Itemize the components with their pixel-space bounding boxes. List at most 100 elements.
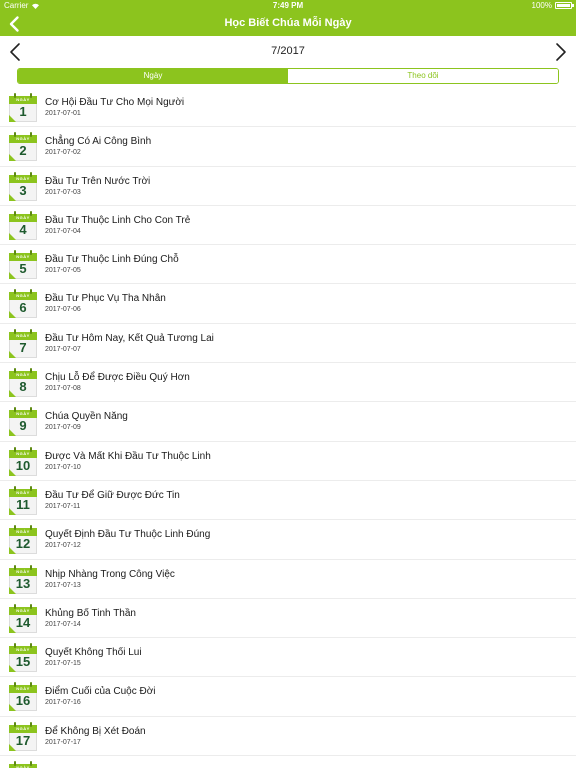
- segmented-control: Ngày Theo dõi: [17, 68, 559, 84]
- calendar-icon: NGÀY 14: [9, 603, 37, 633]
- calendar-header-label: NGÀY: [16, 254, 30, 260]
- item-date: 2017-07-14: [45, 620, 81, 628]
- calendar-header-label: NGÀY: [16, 411, 30, 417]
- item-title: Khủng Bố Tinh Thần: [45, 607, 136, 619]
- calendar-icon: NGÀY 5: [9, 250, 37, 280]
- calendar-icon: NGÀY 9: [9, 407, 37, 437]
- calendar-header-label: NGÀY: [16, 529, 30, 535]
- item-date: 2017-07-17: [45, 738, 81, 746]
- calendar-icon: NGÀY 7: [9, 328, 37, 358]
- tab-follow[interactable]: Theo dõi: [288, 69, 558, 83]
- item-title: Đầu Tư Thuộc Linh Cho Con Trẻ: [45, 214, 191, 226]
- item-title: Chẳng Có Ai Công Bình: [45, 136, 152, 148]
- calendar-icon: NGÀY 6: [9, 289, 37, 319]
- calendar-icon: NGÀY 8: [9, 368, 37, 398]
- item-title: Được Và Mất Khi Đầu Tư Thuộc Linh: [45, 450, 211, 462]
- item-title: Nhịp Nhàng Trong Công Việc: [45, 568, 175, 580]
- calendar-icon: NGÀY 16: [9, 682, 37, 712]
- month-selector: 7/2017: [0, 38, 576, 66]
- status-time: 7:49 PM: [272, 1, 304, 10]
- item-title: Chịu Lỗ Để Được Điều Quý Hơn: [45, 372, 190, 384]
- calendar-header-label: NGÀY: [16, 686, 30, 692]
- calendar-icon: NGÀY 4: [9, 210, 37, 240]
- item-date: 2017-07-05: [45, 267, 81, 275]
- list-item[interactable]: NGÀY 14 Khủng Bố Tinh Thần 2017-07-14: [0, 599, 576, 639]
- item-date: 2017-07-15: [45, 660, 81, 668]
- item-title: Cơ Hội Đầu Tư Cho Mọi Người: [45, 97, 185, 108]
- calendar-header-label: NGÀY: [16, 293, 30, 299]
- calendar-header-label: NGÀY: [16, 332, 30, 338]
- next-month-icon[interactable]: [550, 42, 570, 62]
- calendar-header-label: NGÀY: [16, 647, 30, 653]
- calendar-header-label: NGÀY: [16, 725, 30, 731]
- item-date: 2017-07-07: [45, 345, 81, 353]
- battery-percent: 100%: [531, 1, 552, 10]
- list-item[interactable]: NGÀY 4 Đầu Tư Thuộc Linh Cho Con Trẻ 2017-0…: [0, 206, 576, 246]
- status-right: 100%: [531, 1, 574, 10]
- nav-bar: Học Biết Chúa Mỗi Ngày: [0, 12, 576, 36]
- list-item[interactable]: NGÀY 13 Nhịp Nhàng Trong Công Việc 2017-07-…: [0, 560, 576, 599]
- calendar-icon: NGÀY 11: [9, 485, 37, 515]
- item-date: 2017-07-11: [45, 502, 81, 510]
- item-title: Quyết Định Đầu Tư Thuộc Linh Đúng: [45, 529, 211, 541]
- list-item[interactable]: NGÀY 9 Chúa Quyền Năng 2017-07-09: [0, 402, 576, 442]
- item-date: 2017-07-08: [45, 385, 81, 393]
- calendar-icon: NGÀY 1: [9, 93, 37, 122]
- calendar-icon: NGÀY18: [9, 761, 37, 768]
- month-label: 7/2017: [271, 45, 305, 57]
- item-title: Đầu Tư Phục Vụ Tha Nhân: [45, 293, 166, 305]
- list-item[interactable]: NGÀY 2 Chẳng Có Ai Công Bình 2017-07-02: [0, 127, 576, 167]
- devotional-list: NGÀY 1 Cơ Hội Đầu Tư Cho Mọi Người 2017-07-…: [0, 88, 576, 768]
- list-item[interactable]: NGÀY 10 Được Và Mất Khi Đầu Tư Thuộc Linh 2…: [0, 442, 576, 481]
- calendar-icon: NGÀY 12: [9, 525, 37, 555]
- item-date: 2017-07-12: [45, 542, 81, 550]
- calendar-icon: NGÀY 15: [9, 643, 37, 673]
- item-date: 2017-07-01: [45, 110, 81, 117]
- item-title: Đầu Tư Trên Nước Trời: [45, 175, 151, 187]
- list-item[interactable]: NGÀY 11 Đầu Tư Để Giữ Được Đức Tin 2017-07-…: [0, 481, 576, 521]
- calendar-icon: NGÀY 13: [9, 564, 37, 594]
- calendar-header-label: NGÀY: [16, 372, 30, 378]
- item-date: 2017-07-03: [45, 188, 81, 196]
- tab-day[interactable]: Ngày: [18, 69, 288, 83]
- calendar-icon: NGÀY 10: [9, 446, 37, 476]
- item-title: Quyết Không Thối Lui: [45, 647, 142, 659]
- calendar-icon: NGÀY 3: [9, 171, 37, 201]
- list-item[interactable]: NGÀY 7 Đầu Tư Hôm Nay, Kết Quả Tương Lai 20…: [0, 324, 576, 364]
- calendar-header-label: NGÀY: [16, 97, 30, 102]
- calendar-header-label: NGÀY: [16, 489, 30, 495]
- item-date: 2017-07-10: [45, 463, 81, 471]
- list-item[interactable]: NGÀY 12 Quyết Định Đầu Tư Thuộc Linh Đúng 2…: [0, 520, 576, 560]
- nav-title: Học Biết Chúa Mỗi Ngày: [224, 17, 352, 29]
- calendar-header-label: NGÀY: [16, 607, 30, 613]
- calendar-header-label: NGÀY: [16, 214, 30, 220]
- list-item[interactable]: NGÀY 17 Để Không Bị Xét Đoán 2017-07-17: [0, 717, 576, 757]
- list-item[interactable]: NGÀY 5 Đầu Tư Thuộc Linh Đúng Chỗ 2017-07-0…: [0, 245, 576, 285]
- item-title: Để Không Bị Xét Đoán: [45, 725, 146, 737]
- list-item[interactable]: NGÀY 3 Đầu Tư Trên Nước Trời 2017-07-03: [0, 167, 576, 206]
- item-date: 2017-07-04: [45, 227, 81, 235]
- calendar-header-label: NGÀY: [16, 450, 30, 456]
- item-title: Đầu Tư Hôm Nay, Kết Quả Tương Lai: [45, 332, 214, 344]
- calendar-icon: NGÀY 17: [9, 721, 37, 751]
- item-date: 2017-07-16: [45, 699, 81, 707]
- calendar-header-label: NGÀY: [16, 568, 30, 574]
- list-item[interactable]: NGÀY 16 Điểm Cuối của Cuộc Đời 2017-07-16: [0, 677, 576, 717]
- item-date: 2017-07-06: [45, 306, 81, 314]
- calendar-header-label: NGÀY: [16, 136, 30, 142]
- item-date: 2017-07-02: [45, 149, 81, 157]
- list-item[interactable]: NGÀY 6 Đầu Tư Phục Vụ Tha Nhân 2017-07-06: [0, 284, 576, 324]
- item-date: 2017-07-13: [45, 581, 81, 589]
- item-title: Điểm Cuối của Cuộc Đời: [45, 686, 156, 698]
- item-date: 2017-07-09: [45, 424, 81, 432]
- list-item[interactable]: NGÀY 1 Cơ Hội Đầu Tư Cho Mọi Người 2017-07-…: [0, 88, 576, 128]
- list-item[interactable]: NGÀY18: [0, 756, 576, 768]
- calendar-icon: NGÀY 2: [9, 132, 37, 162]
- status-bar: Carrier 7:49 PM 100%: [0, 0, 576, 12]
- list-item[interactable]: NGÀY 8 Chịu Lỗ Để Được Điều Quý Hơn 2017-07…: [0, 363, 576, 403]
- item-title: Đầu Tư Thuộc Linh Đúng Chỗ: [45, 254, 179, 266]
- list-item[interactable]: NGÀY 15 Quyết Không Thối Lui 2017-07-15: [0, 638, 576, 678]
- item-title: Đầu Tư Để Giữ Được Đức Tin: [45, 489, 180, 501]
- item-title: Chúa Quyền Năng: [45, 411, 128, 423]
- calendar-header-label: NGÀY: [16, 175, 30, 181]
